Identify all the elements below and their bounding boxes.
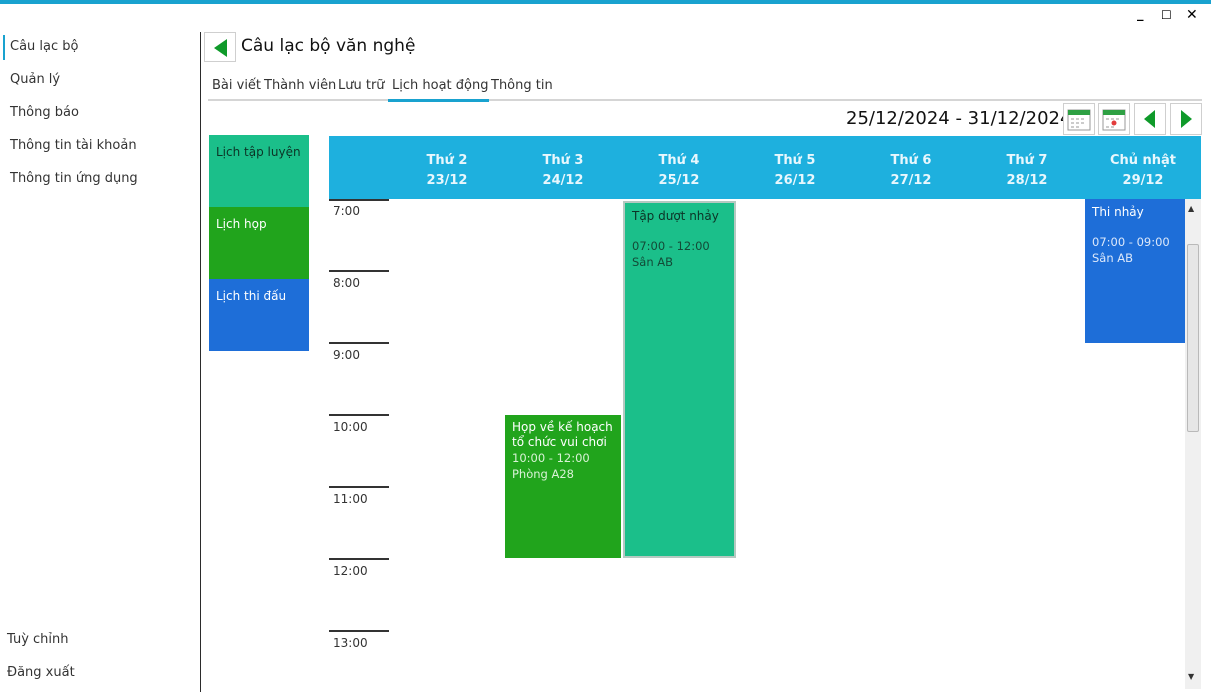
event-title: Họp về kế hoạch tổ chức vui chơi [512,420,613,449]
back-button[interactable] [204,32,236,62]
page-title: Câu lạc bộ văn nghệ [241,36,416,56]
day-header: Thứ 3 24/12 [542,153,584,188]
event-place: Phòng A28 [512,467,575,481]
chevron-left-icon [1144,110,1155,128]
maximize-button[interactable]: ☐ [1161,6,1172,24]
scroll-down-arrow-icon[interactable]: ▼ [1188,672,1194,681]
calendar-today-icon [1102,109,1126,131]
event-planning-meeting[interactable]: Họp về kế hoạch tổ chức vui chơi 10:00 -… [505,415,621,558]
sidebar-item-notifications[interactable]: Thông báo [10,105,79,120]
time-label: 7:00 [333,204,360,218]
tab-storage[interactable]: Lưu trữ [335,76,388,95]
time-label: 8:00 [333,276,360,290]
sidebar-item-logout[interactable]: Đăng xuất [7,665,75,680]
sidebar-item-management[interactable]: Quản lý [10,72,60,87]
sidebar-item-settings[interactable]: Tuỳ chỉnh [7,632,69,647]
time-divider [329,342,389,344]
event-time: 07:00 - 12:00 [632,239,710,253]
event-title: Thi nhảy [1092,205,1144,219]
tab-posts[interactable]: Bài viết [209,76,264,95]
tab-schedule[interactable]: Lịch hoạt động [389,76,491,95]
event-dance-competition[interactable]: Thi nhảy 07:00 - 09:00 Sân AB [1085,199,1185,343]
time-label: 13:00 [333,636,368,650]
close-button[interactable]: ✕ [1186,6,1198,24]
next-week-button[interactable] [1170,103,1202,135]
day-header: Thứ 4 25/12 [658,153,700,188]
time-divider [329,414,389,416]
time-divider [329,630,389,632]
event-dance-practice[interactable]: Tập dượt nhảy 07:00 - 12:00 Sân AB [623,201,736,558]
minimize-button[interactable]: _ [1137,6,1144,24]
scrollbar-thumb[interactable] [1187,244,1199,432]
tab-members[interactable]: Thành viên [261,76,339,95]
previous-week-button[interactable] [1134,103,1166,135]
time-label: 9:00 [333,348,360,362]
calendar-week-button[interactable] [1063,103,1095,135]
time-divider [329,558,389,560]
day-header: Chủ nhật 29/12 [1109,153,1177,188]
time-label: 10:00 [333,420,368,434]
event-place: Sân AB [632,255,674,269]
tab-info[interactable]: Thông tin [488,76,556,95]
active-tab-indicator [388,99,489,102]
time-label: 11:00 [333,492,368,506]
day-header: Thứ 5 26/12 [774,153,816,188]
day-header: Thứ 7 28/12 [1006,153,1048,188]
tabs-divider [208,99,1202,101]
time-label: 12:00 [333,564,368,578]
sidebar-item-app-info[interactable]: Thông tin ứng dụng [10,171,138,186]
sidebar-item-account-info[interactable]: Thông tin tài khoản [10,138,137,153]
time-divider [329,486,389,488]
week-header: Thứ 2 23/12 Thứ 3 24/12 Thứ 4 25/12 Thứ 5 26… [329,136,1201,199]
sidebar-active-indicator [3,35,5,60]
window-accent-bar [0,0,1211,4]
sidebar-item-clubs[interactable]: Câu lạc bộ [10,39,78,54]
day-header: Thứ 6 27/12 [890,153,932,188]
schedule-grid[interactable]: 7:00 8:00 9:00 10:00 11:00 12:00 13:00 T… [329,199,1201,689]
event-place: Sân AB [1092,251,1134,265]
time-divider [329,199,389,201]
event-time: 07:00 - 09:00 [1092,235,1170,249]
back-arrow-icon [214,39,227,57]
date-range-label: 25/12/2024 - 31/12/2024 [846,108,1072,129]
calendar-icon [1067,109,1091,131]
scroll-up-arrow-icon[interactable]: ▲ [1188,204,1194,213]
calendar-today-button[interactable] [1098,103,1130,135]
event-time: 10:00 - 12:00 [512,451,590,465]
day-header: Thứ 2 23/12 [426,153,468,188]
event-title: Tập dượt nhảy [632,209,719,223]
chevron-right-icon [1181,110,1192,128]
time-divider [329,270,389,272]
legend-training[interactable]: Lịch tập luyện [209,135,309,207]
legend-meeting[interactable]: Lịch họp [209,207,309,279]
legend-competition[interactable]: Lịch thi đấu [209,279,309,351]
sidebar-divider [200,32,201,692]
